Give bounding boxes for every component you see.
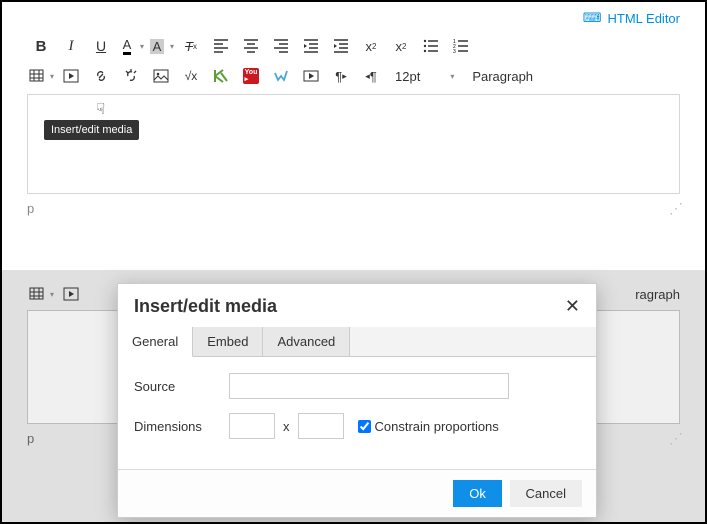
html-editor-label: HTML Editor <box>608 11 680 26</box>
link-button[interactable] <box>87 62 115 90</box>
youtube-button[interactable]: You▸ <box>237 62 265 90</box>
tab-advanced[interactable]: Advanced <box>263 327 350 356</box>
font-size-value: 12pt <box>395 69 420 84</box>
media-button[interactable] <box>57 62 85 90</box>
resize-handle[interactable]: ⋰ <box>669 200 680 217</box>
bullet-list-button[interactable] <box>417 32 445 60</box>
table-button[interactable]: ▾ <box>27 62 55 90</box>
cancel-button[interactable]: Cancel <box>510 480 582 507</box>
resize-handle-2: ⋰ <box>669 430 680 447</box>
modal-title: Insert/edit media <box>134 296 277 317</box>
rtl-button[interactable]: ◂¶ <box>357 62 385 90</box>
kaltura-button[interactable] <box>207 62 235 90</box>
italic-button[interactable]: I <box>57 32 85 60</box>
dimensions-label: Dimensions <box>134 419 229 434</box>
underline-button[interactable]: U <box>87 32 115 60</box>
align-right-button[interactable] <box>267 32 295 60</box>
source-label: Source <box>134 379 229 394</box>
image-button[interactable] <box>147 62 175 90</box>
unlink-button[interactable] <box>117 62 145 90</box>
source-input[interactable] <box>229 373 509 399</box>
modal-close-button[interactable]: ✕ <box>565 296 580 317</box>
html-editor-link[interactable]: ⌨ HTML Editor <box>583 10 680 26</box>
bold-button[interactable]: B <box>27 32 55 60</box>
editor-canvas[interactable] <box>27 94 680 194</box>
align-center-button[interactable] <box>237 32 265 60</box>
height-input[interactable] <box>298 413 344 439</box>
vimeo-button[interactable] <box>267 62 295 90</box>
block-format-value-2: ragraph <box>635 287 680 302</box>
tab-embed[interactable]: Embed <box>193 327 263 356</box>
equation-button[interactable]: √x <box>177 62 205 90</box>
toolbar: B I U A▾ A▾ Tx x2 x2 123 ▾ √x You▸ ¶▸ ◂¶… <box>2 30 705 94</box>
table-button-2: ▾ <box>27 280 55 308</box>
svg-text:3: 3 <box>453 49 456 54</box>
text-color-button[interactable]: A▾ <box>117 32 145 60</box>
align-left-button[interactable] <box>207 32 235 60</box>
subscript-button[interactable]: x2 <box>387 32 415 60</box>
media-button-2 <box>57 280 85 308</box>
block-format-value: Paragraph <box>472 69 533 84</box>
ltr-button[interactable]: ¶▸ <box>327 62 355 90</box>
bg-color-button[interactable]: A▾ <box>147 32 175 60</box>
status-path-2: p <box>27 431 34 446</box>
width-input[interactable] <box>229 413 275 439</box>
keyboard-icon: ⌨ <box>583 10 602 26</box>
number-list-button[interactable]: 123 <box>447 32 475 60</box>
insert-media-modal: Insert/edit media ✕ General Embed Advanc… <box>117 283 597 518</box>
font-size-select[interactable]: 12pt▾ <box>387 62 462 90</box>
dim-separator: x <box>283 419 290 434</box>
block-format-select[interactable]: Paragraph <box>464 62 541 90</box>
tab-general[interactable]: General <box>118 327 193 357</box>
status-path[interactable]: p <box>27 201 34 216</box>
constrain-checkbox[interactable] <box>358 420 371 433</box>
outdent-button[interactable] <box>297 32 325 60</box>
clear-format-button[interactable]: Tx <box>177 32 205 60</box>
video-button[interactable] <box>297 62 325 90</box>
constrain-label: Constrain proportions <box>375 419 499 434</box>
ok-button[interactable]: Ok <box>453 480 502 507</box>
superscript-button[interactable]: x2 <box>357 32 385 60</box>
indent-button[interactable] <box>327 32 355 60</box>
